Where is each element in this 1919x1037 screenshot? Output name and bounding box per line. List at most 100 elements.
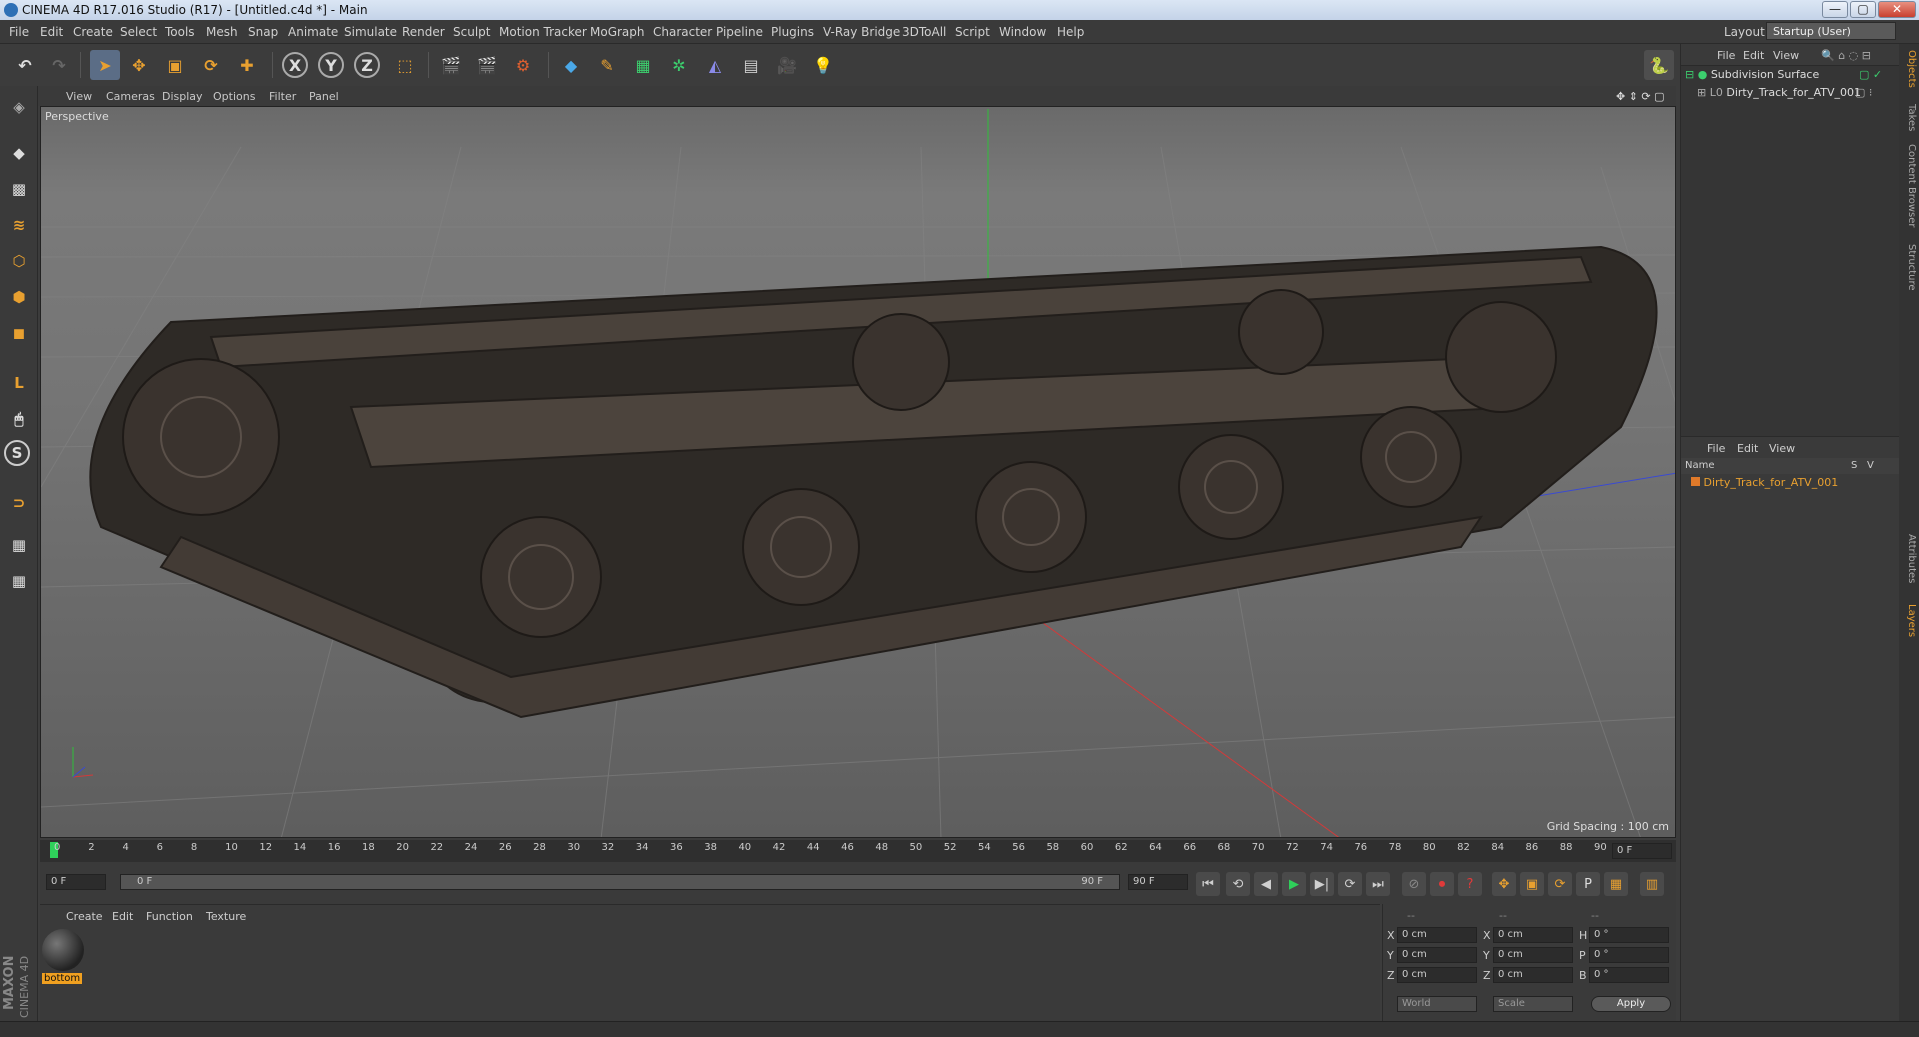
render-view-icon[interactable]: 🎬 bbox=[436, 50, 466, 80]
tag-icon[interactable]: ▢ ⁝ bbox=[1855, 86, 1872, 99]
workplane-lock-icon[interactable]: ▦ bbox=[4, 530, 34, 560]
coordinate-system-icon[interactable]: ⬚ bbox=[390, 50, 420, 80]
key-position-icon[interactable]: ✥ bbox=[1492, 872, 1516, 896]
size-mode-select[interactable]: Scale bbox=[1493, 996, 1573, 1012]
go-to-start-icon[interactable]: ⏮ bbox=[1196, 872, 1220, 896]
undo-icon[interactable]: ↶ bbox=[10, 50, 40, 80]
perspective-viewport[interactable]: Perspective Grid Spacing : 100 cm bbox=[40, 106, 1676, 838]
position-y-field[interactable]: 0 cm bbox=[1397, 947, 1477, 963]
object-row[interactable]: ⊟ ● Subdivision Surface ▢ ✓ bbox=[1685, 68, 1882, 86]
next-frame-icon[interactable]: ▶| bbox=[1310, 872, 1334, 896]
viewport-menu-cameras[interactable]: Cameras bbox=[106, 90, 155, 103]
menu-tools[interactable]: Tools bbox=[165, 25, 195, 39]
subdivision-generator-icon[interactable]: ▦ bbox=[628, 50, 658, 80]
texture-mode-icon[interactable]: ▩ bbox=[4, 174, 34, 204]
snap-icon[interactable]: S bbox=[4, 440, 30, 466]
object-menu-edit[interactable]: Edit bbox=[1743, 49, 1764, 62]
rotate-icon[interactable]: ⟳ bbox=[196, 50, 226, 80]
menu-render[interactable]: Render bbox=[402, 25, 445, 39]
frame-range-slider[interactable]: 0 F 90 F bbox=[120, 874, 1120, 890]
key-pla-icon[interactable]: ▦ bbox=[1604, 872, 1628, 896]
polygons-mode-icon[interactable]: ◼ bbox=[4, 318, 34, 348]
menu-window[interactable]: Window bbox=[999, 25, 1046, 39]
tab-objects[interactable]: Objects bbox=[1901, 50, 1917, 88]
menu-motion-tracker[interactable]: Motion Tracker bbox=[499, 25, 587, 39]
material-menu-function[interactable]: Function bbox=[146, 910, 193, 923]
planar-workplane-icon[interactable]: ▦ bbox=[4, 566, 34, 596]
menu-plugins[interactable]: Plugins bbox=[771, 25, 814, 39]
floor-icon[interactable]: ▤ bbox=[736, 50, 766, 80]
timeline-window-icon[interactable]: ▥ bbox=[1640, 872, 1664, 896]
menu-snap[interactable]: Snap bbox=[248, 25, 278, 39]
viewport-menu-filter[interactable]: Filter bbox=[269, 90, 296, 103]
size-z-field[interactable]: 0 cm bbox=[1493, 967, 1573, 983]
python-icon[interactable]: 🐍 bbox=[1644, 50, 1674, 80]
menu-sculpt[interactable]: Sculpt bbox=[453, 25, 490, 39]
object-menu-view[interactable]: View bbox=[1773, 49, 1799, 62]
viewport-nav-icons[interactable]: ✥ ⇕ ⟳ ▢ bbox=[1616, 90, 1665, 103]
object-manager-tool-icons[interactable]: 🔍 ⌂ ◌ ⊟ bbox=[1821, 49, 1871, 62]
rotation-p-field[interactable]: 0 ° bbox=[1589, 947, 1669, 963]
tab-structure[interactable]: Structure bbox=[1901, 244, 1917, 291]
menu-vray-bridge[interactable]: V-Ray Bridge bbox=[823, 25, 900, 39]
viewport-menu-panel[interactable]: Panel bbox=[309, 90, 339, 103]
menu-mesh[interactable]: Mesh bbox=[206, 25, 238, 39]
record-disabled-icon[interactable]: ⊘ bbox=[1402, 872, 1426, 896]
layout-select[interactable]: Startup (User) bbox=[1766, 22, 1896, 40]
tab-layers[interactable]: Layers bbox=[1901, 604, 1917, 637]
tab-takes[interactable]: Takes bbox=[1901, 104, 1917, 131]
maximize-button[interactable]: ▢ bbox=[1850, 1, 1876, 18]
transform-icon[interactable]: ✚ bbox=[232, 50, 262, 80]
viewport-menu-options[interactable]: Options bbox=[213, 90, 255, 103]
axis-y-button[interactable]: Y bbox=[318, 52, 344, 78]
select-arrow-icon[interactable]: ➤ bbox=[90, 50, 120, 80]
key-rotation-icon[interactable]: ⟳ bbox=[1548, 872, 1572, 896]
redo-icon[interactable]: ↷ bbox=[44, 50, 74, 80]
material-menu-create[interactable]: Create bbox=[66, 910, 103, 923]
render-settings-icon[interactable]: ⚙ bbox=[508, 50, 538, 80]
axis-x-button[interactable]: X bbox=[282, 52, 308, 78]
menu-pipeline[interactable]: Pipeline bbox=[716, 25, 763, 39]
object-menu-file[interactable]: File bbox=[1717, 49, 1735, 62]
size-x-field[interactable]: 0 cm bbox=[1493, 927, 1573, 943]
tab-attributes[interactable]: Attributes bbox=[1901, 534, 1917, 583]
material-name[interactable]: bottom bbox=[42, 973, 83, 984]
autokey-icon[interactable]: ? bbox=[1458, 872, 1482, 896]
deformer-icon[interactable]: ◭ bbox=[700, 50, 730, 80]
next-key-icon[interactable]: ⟳ bbox=[1338, 872, 1362, 896]
workplane-mode-icon[interactable]: ≋ bbox=[4, 210, 34, 240]
points-mode-icon[interactable]: ⬡ bbox=[4, 246, 34, 276]
position-x-field[interactable]: 0 cm bbox=[1397, 927, 1477, 943]
move-icon[interactable]: ✥ bbox=[124, 50, 154, 80]
timeline-ruler[interactable]: 0 2 4 6 8 10 12 14 16 18 20 22 24 26 28 30 32 34 36 38 40 42 4… bbox=[40, 840, 1676, 862]
menu-character[interactable]: Character bbox=[653, 25, 712, 39]
record-keys-icon[interactable]: ⏺ bbox=[1430, 872, 1454, 896]
apply-button[interactable]: Apply bbox=[1591, 996, 1671, 1012]
rotation-h-field[interactable]: 0 ° bbox=[1589, 927, 1669, 943]
render-picture-viewer-icon[interactable]: 🎬 bbox=[472, 50, 502, 80]
coord-mode-select[interactable]: World bbox=[1397, 996, 1477, 1012]
menu-animate[interactable]: Animate bbox=[288, 25, 338, 39]
menu-file[interactable]: File bbox=[9, 25, 29, 39]
layer-menu-file[interactable]: File bbox=[1707, 442, 1725, 455]
scale-icon[interactable]: ▣ bbox=[160, 50, 190, 80]
key-scale-icon[interactable]: ▣ bbox=[1520, 872, 1544, 896]
magnet-icon[interactable]: ⊃ bbox=[4, 488, 34, 518]
edges-mode-icon[interactable]: ⬢ bbox=[4, 282, 34, 312]
menu-mograph[interactable]: MoGraph bbox=[590, 25, 645, 39]
menu-simulate[interactable]: Simulate bbox=[344, 25, 397, 39]
viewport-menu-view[interactable]: View bbox=[66, 90, 92, 103]
pen-spline-icon[interactable]: ✎ bbox=[592, 50, 622, 80]
camera-icon[interactable]: 🎥 bbox=[772, 50, 802, 80]
material-menu-texture[interactable]: Texture bbox=[206, 910, 246, 923]
layer-menu-edit[interactable]: Edit bbox=[1737, 442, 1758, 455]
viewport-menu-display[interactable]: Display bbox=[162, 90, 203, 103]
axis-z-button[interactable]: Z bbox=[354, 52, 380, 78]
minimize-button[interactable]: — bbox=[1822, 1, 1848, 18]
rotation-b-field[interactable]: 0 ° bbox=[1589, 967, 1669, 983]
position-z-field[interactable]: 0 cm bbox=[1397, 967, 1477, 983]
axis-mode-icon[interactable]: L bbox=[4, 368, 34, 398]
tab-content-browser[interactable]: Content Browser bbox=[1901, 144, 1917, 227]
material-menu-edit[interactable]: Edit bbox=[112, 910, 133, 923]
play-icon[interactable]: ▶ bbox=[1282, 872, 1306, 896]
